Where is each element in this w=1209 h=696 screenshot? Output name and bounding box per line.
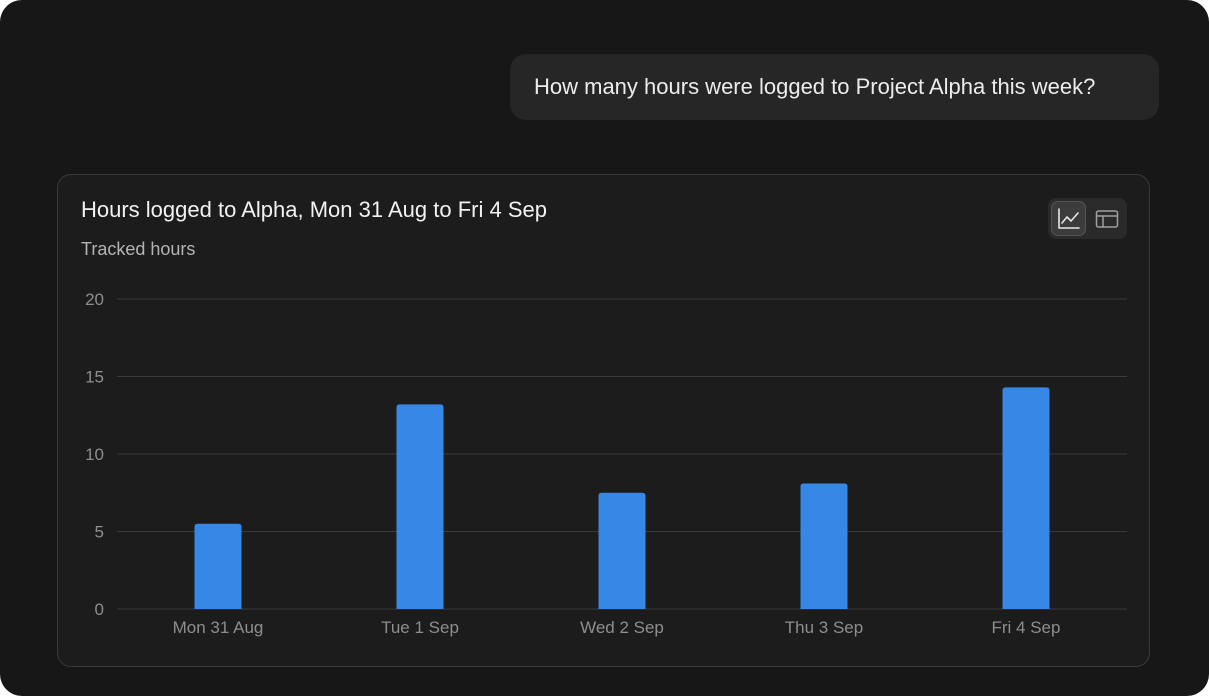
y-tick-label: 15 <box>85 368 104 387</box>
x-tick-label: Thu 3 Sep <box>785 618 863 637</box>
bar-fri-4-sep[interactable] <box>1002 387 1050 609</box>
y-tick-label: 10 <box>85 445 104 464</box>
bar-tue-1-sep[interactable] <box>396 404 444 609</box>
bar-thu-3-sep[interactable] <box>800 483 848 609</box>
x-tick-label: Mon 31 Aug <box>173 618 264 637</box>
x-tick-label: Fri 4 Sep <box>992 618 1061 637</box>
y-tick-label: 20 <box>85 290 104 309</box>
user-message-bubble: How many hours were logged to Project Al… <box>510 54 1159 120</box>
bar-wed-2-sep[interactable] <box>598 492 646 609</box>
y-tick-label: 0 <box>95 600 104 619</box>
bar-chart: 0 5 10 15 20 Mon 31 Aug Tue 1 Sep Wed 2 Sep Thu … <box>85 290 1127 637</box>
x-tick-label: Wed 2 Sep <box>580 618 664 637</box>
x-tick-label: Tue 1 Sep <box>381 618 459 637</box>
chat-window: How many hours were logged to Project Al… <box>0 0 1209 696</box>
bar-mon-31-aug[interactable] <box>194 523 242 609</box>
chart-card: Hours logged to Alpha, Mon 31 Aug to Fri… <box>57 174 1150 667</box>
y-tick-label: 5 <box>95 523 104 542</box>
